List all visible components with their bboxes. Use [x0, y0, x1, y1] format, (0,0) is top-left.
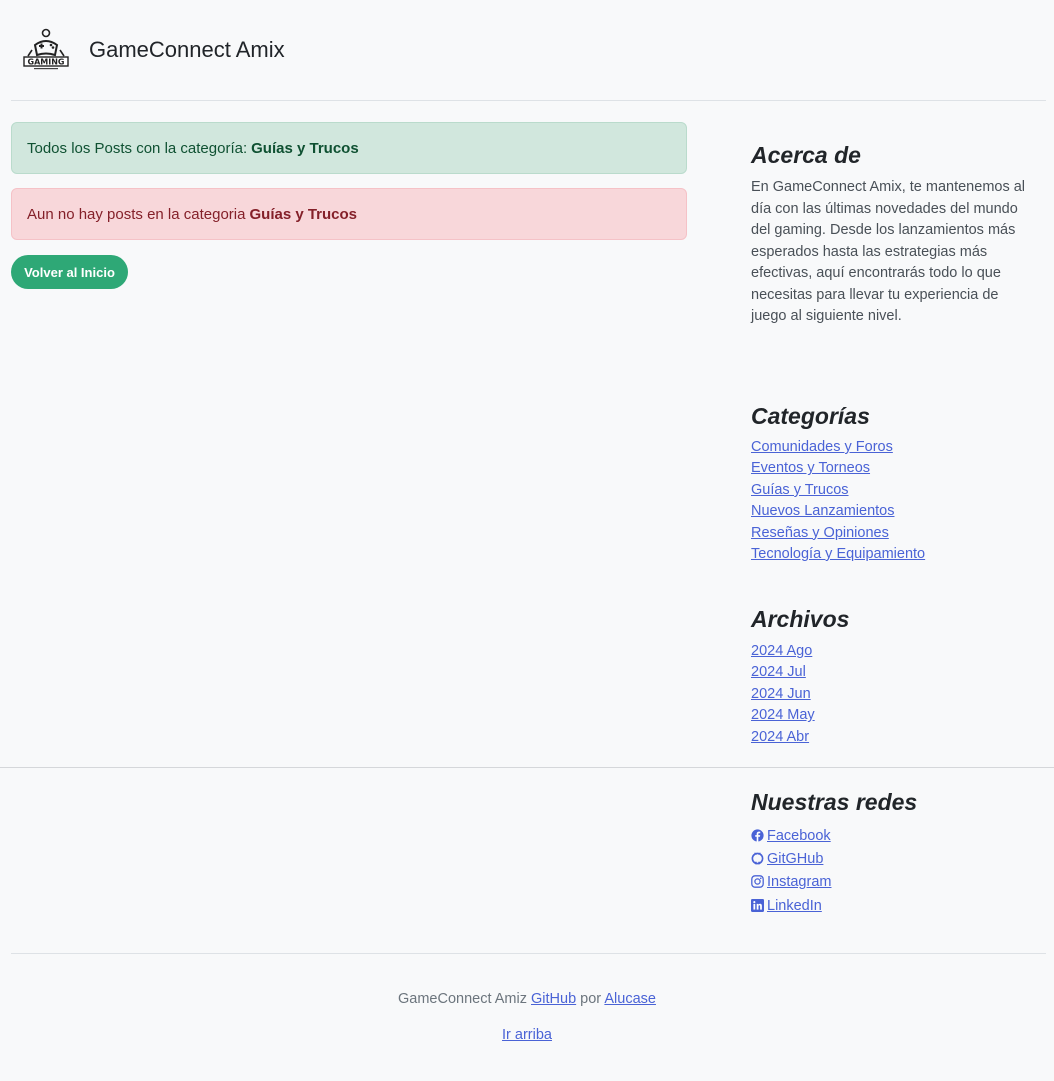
brand-link[interactable]: GameConnect Amix	[89, 37, 285, 63]
logo-text: GAMING	[28, 58, 65, 67]
category-link-guias[interactable]: Guías y Trucos	[751, 482, 849, 498]
list-item: GitGHub	[751, 848, 831, 871]
about-title: Acerca de	[751, 142, 861, 168]
back-to-top-link[interactable]: Ir arriba	[502, 1027, 552, 1043]
list-item: Reseñas y Opiniones	[751, 523, 925, 544]
list-item: Comunidades y Foros	[751, 437, 925, 458]
facebook-label: Facebook	[767, 828, 831, 844]
footer-divider	[11, 953, 1046, 954]
no-posts-alert: Aun no hay posts en la categoria Guías y…	[11, 188, 687, 240]
archive-link-jun[interactable]: 2024 Jun	[751, 686, 811, 702]
list-item: 2024 Abr	[751, 727, 815, 748]
linkedin-icon	[751, 898, 764, 912]
github-label: GitGHub	[767, 851, 824, 868]
list-item: Facebook	[751, 825, 831, 848]
linkedin-link[interactable]: LinkedIn	[751, 898, 822, 914]
category-link-tecnologia[interactable]: Tecnología y Equipamiento	[751, 546, 925, 562]
instagram-label: Instagram	[767, 874, 832, 891]
list-item: Guías y Trucos	[751, 480, 925, 501]
facebook-link[interactable]: Facebook	[751, 828, 831, 844]
linkedin-label: LinkedIn	[767, 897, 822, 914]
gaming-logo-icon[interactable]: GAMING	[22, 28, 70, 72]
list-item: 2024 Jul	[751, 662, 815, 683]
footer-author-link[interactable]: Alucase	[604, 991, 656, 1007]
alert-danger-category: Guías y Trucos	[249, 205, 358, 223]
footer-credits: GameConnect Amiz GitHub por Alucase	[0, 991, 1054, 1007]
list-item: LinkedIn	[751, 895, 831, 918]
instagram-link[interactable]: Instagram	[751, 874, 831, 890]
list-item: Tecnología y Equipamiento	[751, 544, 925, 565]
alert-success-category: Guías y Trucos	[251, 139, 359, 157]
archives-title: Archivos	[751, 606, 850, 632]
footer-prefix: GameConnect Amiz	[398, 991, 527, 1007]
archive-link-may[interactable]: 2024 May	[751, 707, 815, 723]
social-title: Nuestras redes	[751, 789, 918, 815]
instagram-icon	[751, 875, 764, 889]
list-item: 2024 May	[751, 705, 815, 726]
category-link-eventos[interactable]: Eventos y Torneos	[751, 460, 870, 476]
list-item: 2024 Ago	[751, 641, 815, 662]
category-link-lanzamientos[interactable]: Nuevos Lanzamientos	[751, 503, 894, 519]
list-item: 2024 Jun	[751, 684, 815, 705]
github-link[interactable]: GitGHub	[751, 851, 823, 867]
footer-github-link[interactable]: GitHub	[531, 991, 576, 1007]
social-list: Facebook GitGHub Instagram LinkedIn	[751, 825, 831, 918]
alert-danger-prefix: Aun no hay posts en la categoria	[27, 205, 246, 223]
archives-list: 2024 Ago 2024 Jul 2024 Jun 2024 May 2024…	[751, 641, 815, 748]
list-item: Instagram	[751, 871, 831, 894]
archive-link-jul[interactable]: 2024 Jul	[751, 664, 806, 680]
archive-link-abr[interactable]: 2024 Abr	[751, 729, 809, 745]
facebook-icon	[751, 829, 764, 842]
categories-title: Categorías	[751, 403, 870, 429]
category-link-comunidades[interactable]: Comunidades y Foros	[751, 439, 893, 455]
back-to-top: Ir arriba	[0, 1027, 1054, 1043]
github-icon	[751, 852, 764, 865]
list-item: Eventos y Torneos	[751, 458, 925, 479]
categories-list: Comunidades y Foros Eventos y Torneos Gu…	[751, 437, 925, 565]
archive-link-ago[interactable]: 2024 Ago	[751, 643, 812, 659]
list-item: Nuevos Lanzamientos	[751, 501, 925, 522]
about-text: En GameConnect Amix, te mantenemos al dí…	[751, 179, 1026, 324]
section-divider	[0, 767, 1054, 768]
site-header: GAMING GameConnect Amix	[11, 0, 1046, 101]
back-home-button[interactable]: Volver al Inicio	[11, 255, 128, 289]
alert-success-prefix: Todos los Posts con la categoría:	[27, 139, 248, 157]
footer-middle: por	[580, 991, 602, 1007]
category-link-resenas[interactable]: Reseñas y Opiniones	[751, 525, 889, 541]
category-info-alert: Todos los Posts con la categoría: Guías …	[11, 122, 687, 174]
